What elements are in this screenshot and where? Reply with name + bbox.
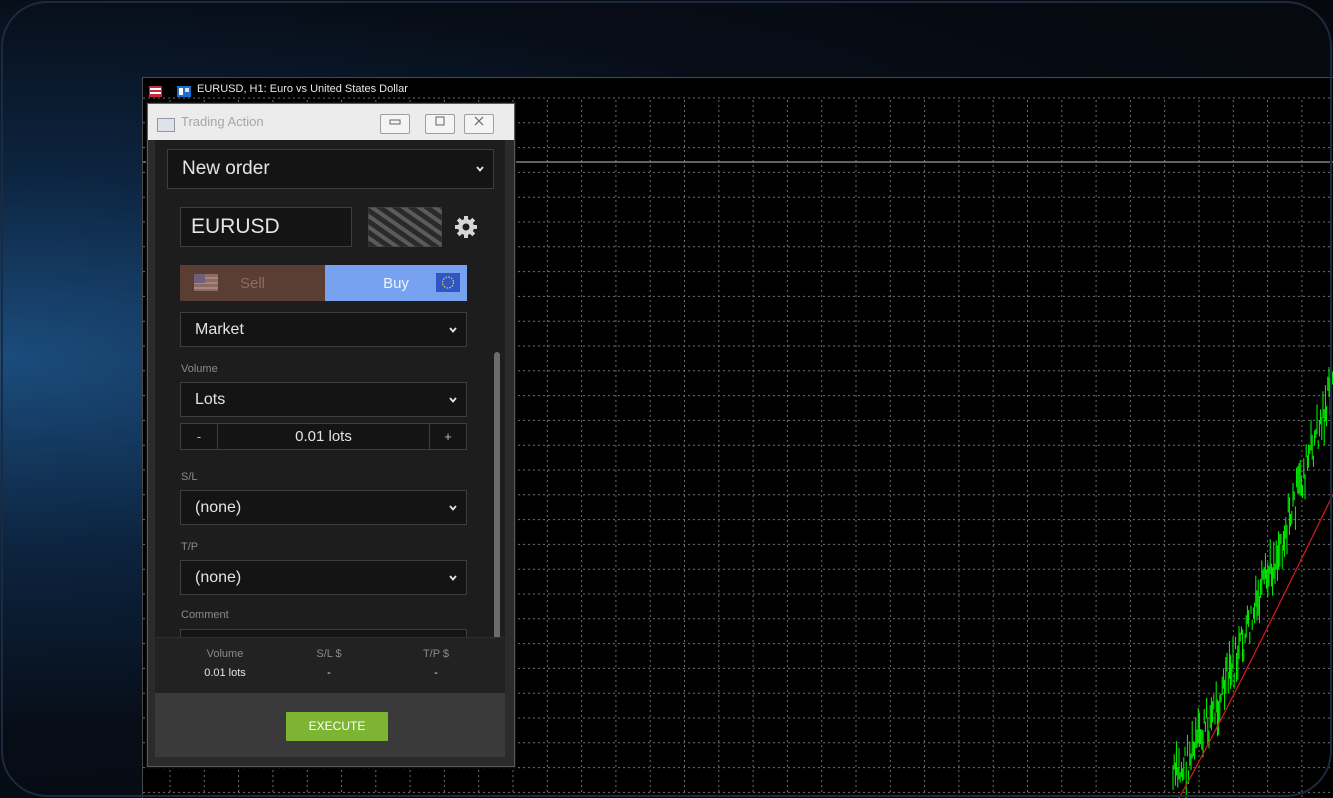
chevron-down-icon [449,326,457,333]
maximize-icon [435,116,445,126]
chevron-down-icon [449,396,457,403]
order-type-value: New order [182,158,270,179]
chart-window-icon [149,83,162,97]
close-icon [474,116,484,126]
window-title-bar[interactable]: Trading Action [148,104,514,140]
symbol-chart-thumbnail[interactable] [367,206,443,248]
execute-button[interactable]: EXECUTE [286,712,388,741]
close-button[interactable] [464,114,494,134]
app-window-icon [157,118,175,132]
tp-label: T/P [181,541,199,553]
scrollbar-thumb[interactable] [494,352,500,648]
trading-action-window[interactable]: Trading Action New order EURUSD Sell Buy… [147,103,515,767]
screenshot-frame: EURUSD, H1: Euro vs United States Dollar… [0,0,1333,798]
summary-sl-value: - [327,667,331,679]
chart-title: EURUSD, H1: Euro vs United States Dollar [197,83,408,95]
volume-decrement-button[interactable]: - [181,424,218,449]
trading-action-body: New order EURUSD Sell Buy Market Volume … [155,140,505,757]
volume-stepper[interactable]: - 0.01 lots + [180,423,467,450]
summary-volume-header: Volume [206,648,244,660]
chevron-down-icon [449,574,457,581]
comment-label: Comment [181,609,229,621]
volume-increment-button[interactable]: + [429,424,466,449]
chevron-down-icon [449,504,457,511]
sl-value: (none) [195,498,242,516]
settings-button[interactable] [453,214,479,240]
minimize-button[interactable] [380,114,410,134]
tp-select[interactable]: (none) [180,560,467,595]
window-title: Trading Action [181,114,264,129]
execution-type-select[interactable]: Market [180,312,467,347]
sell-button[interactable]: Sell [180,265,325,301]
summary-volume-value: 0.01 lots [204,667,246,679]
order-type-select[interactable]: New order [167,149,494,189]
order-summary: Volume 0.01 lots S/L $ - T/P $ - [155,637,505,694]
sell-label: Sell [239,275,265,292]
volume-unit-value: Lots [195,390,226,408]
chart-symbol-icon [177,83,191,97]
summary-sl-header: S/L $ [316,648,342,660]
tp-value: (none) [195,568,242,586]
volume-unit-select[interactable]: Lots [180,382,467,417]
chevron-down-icon [476,166,484,172]
minimize-icon [389,119,401,125]
symbol-value: EURUSD [191,215,280,238]
chart-moving-average-line [1178,493,1333,798]
volume-label: Volume [181,363,218,375]
sl-select[interactable]: (none) [180,490,467,525]
volume-input[interactable]: 0.01 lots [217,424,430,449]
summary-tp-header: T/P $ [422,648,450,660]
execution-type-value: Market [195,320,244,338]
buy-button[interactable]: Buy [325,265,467,301]
sl-label: S/L [181,471,198,483]
chart-title-bar: EURUSD, H1: Euro vs United States Dollar [143,78,1333,100]
maximize-button[interactable] [425,114,455,134]
summary-tp-value: - [434,667,438,679]
gear-icon [455,216,477,238]
eu-flag-icon [436,273,460,292]
symbol-field[interactable]: EURUSD [180,207,352,247]
